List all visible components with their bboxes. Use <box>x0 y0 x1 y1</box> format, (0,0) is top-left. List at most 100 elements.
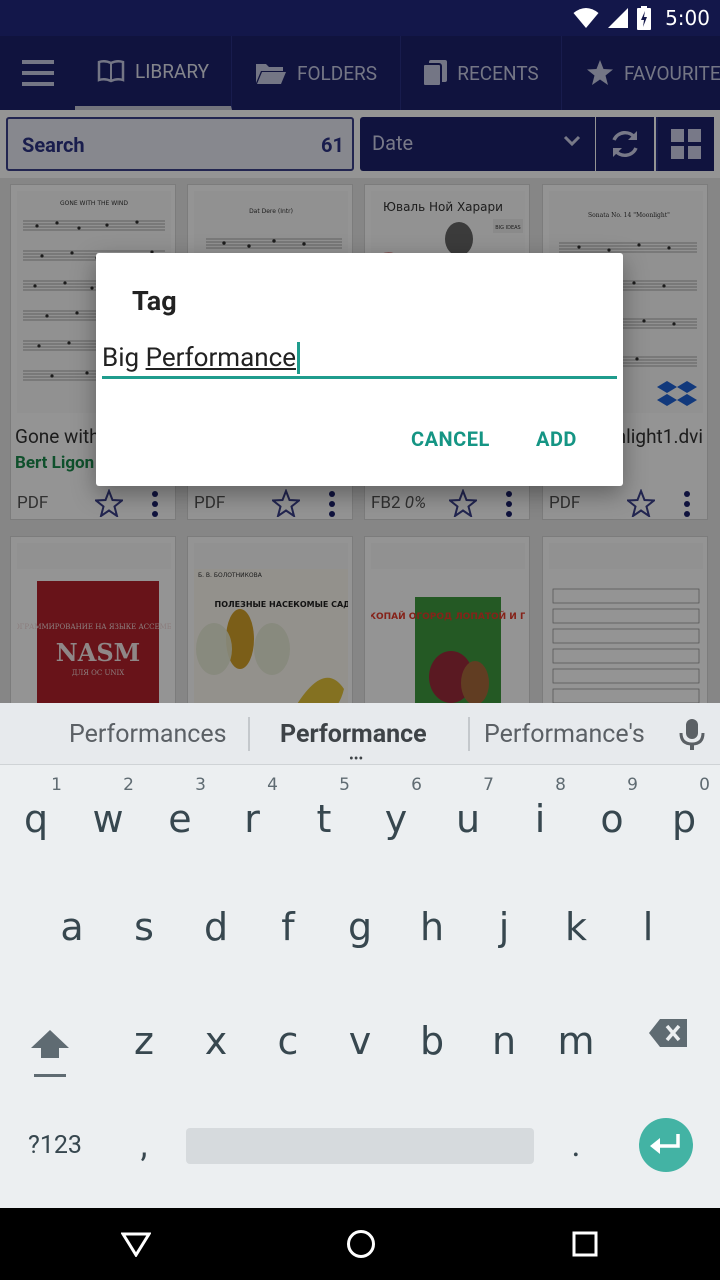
key-n[interactable]: n <box>468 987 540 1087</box>
key-t-label: t <box>316 797 332 841</box>
soft-keyboard: 1q2w3e4r5t6y7u8i9o0p asdfghjkl zxcvbnm ?… <box>0 765 720 1208</box>
key-f-label: f <box>281 905 295 949</box>
key-z-label: z <box>134 1019 154 1063</box>
key-o[interactable]: 9o <box>576 765 648 865</box>
key-k-label: k <box>564 905 587 949</box>
key-i[interactable]: 8i <box>504 765 576 865</box>
key-u-number-hint: 7 <box>483 775 494 795</box>
home-button[interactable] <box>316 1208 406 1280</box>
key-v-label: v <box>348 1019 372 1063</box>
cell-signal-icon <box>608 8 629 28</box>
suggestion-1[interactable]: Performances <box>69 703 227 765</box>
tag-dialog: Tag Big Performance CANCEL ADD <box>96 253 623 486</box>
key-j[interactable]: j <box>468 877 540 977</box>
key-p-number-hint: 0 <box>699 775 710 795</box>
key-m[interactable]: m <box>540 987 612 1087</box>
key-i-number-hint: 8 <box>555 775 566 795</box>
key-e[interactable]: 3e <box>144 765 216 865</box>
tag-input[interactable]: Big Performance <box>102 339 617 379</box>
key-z[interactable]: z <box>108 987 180 1087</box>
key-y-label: y <box>384 797 408 841</box>
key-w-label: w <box>92 797 124 841</box>
key-x[interactable]: x <box>180 987 252 1087</box>
backspace-key[interactable] <box>630 1005 706 1061</box>
battery-icon <box>637 6 652 30</box>
key-r[interactable]: 4r <box>216 765 288 865</box>
key-v[interactable]: v <box>324 987 396 1087</box>
tag-input-prefix: Big <box>102 342 146 373</box>
caps-lock-indicator <box>34 1073 66 1077</box>
key-r-label: r <box>244 797 260 841</box>
key-w-number-hint: 2 <box>123 775 134 795</box>
key-o-label: o <box>600 797 624 841</box>
comma-key[interactable]: , <box>108 1097 180 1193</box>
dialog-title: Tag <box>132 285 177 317</box>
home-circle-icon <box>347 1230 375 1258</box>
back-triangle-icon <box>121 1232 151 1257</box>
enter-arrow-icon <box>650 1134 680 1154</box>
suggestion-3[interactable]: Performance's <box>484 703 645 765</box>
key-p[interactable]: 0p <box>648 765 720 865</box>
key-h[interactable]: h <box>396 877 468 977</box>
key-b-label: b <box>419 1019 445 1063</box>
status-bar: 5:00 <box>0 0 720 36</box>
key-l-label: l <box>642 905 654 949</box>
system-navigation-bar <box>0 1208 720 1280</box>
key-m-label: m <box>557 1019 595 1063</box>
key-d-label: d <box>203 905 229 949</box>
tag-input-composing: Performance <box>145 342 296 373</box>
key-n-label: n <box>491 1019 517 1063</box>
key-d[interactable]: d <box>180 877 252 977</box>
clock: 5:00 <box>665 6 710 30</box>
key-k[interactable]: k <box>540 877 612 977</box>
text-caret <box>296 341 300 374</box>
key-a-label: a <box>60 905 84 949</box>
key-t-number-hint: 5 <box>339 775 350 795</box>
key-q-number-hint: 1 <box>51 775 62 795</box>
key-i-label: i <box>534 797 546 841</box>
key-y[interactable]: 6y <box>360 765 432 865</box>
suggestion-divider <box>248 717 250 751</box>
key-h-label: h <box>419 905 445 949</box>
key-q-label: q <box>23 797 49 841</box>
key-s[interactable]: s <box>108 877 180 977</box>
key-s-label: s <box>134 905 154 949</box>
key-c[interactable]: c <box>252 987 324 1087</box>
microphone-icon[interactable] <box>676 717 708 751</box>
key-u-label: u <box>455 797 481 841</box>
period-key[interactable]: . <box>540 1097 612 1193</box>
key-j-label: j <box>498 905 510 949</box>
key-e-label: e <box>168 797 192 841</box>
key-g[interactable]: g <box>324 877 396 977</box>
key-q[interactable]: 1q <box>0 765 72 865</box>
key-y-number-hint: 6 <box>411 775 422 795</box>
space-bar[interactable] <box>186 1128 534 1164</box>
key-o-number-hint: 9 <box>627 775 638 795</box>
back-button[interactable] <box>91 1208 181 1280</box>
overview-square-icon <box>572 1231 598 1257</box>
key-g-label: g <box>347 905 373 949</box>
keyboard-suggestion-strip: Performances Performance ••• Performance… <box>0 703 720 767</box>
wifi-icon <box>573 8 599 28</box>
key-c-label: c <box>277 1019 299 1063</box>
cancel-button[interactable]: CANCEL <box>411 427 490 451</box>
key-f[interactable]: f <box>252 877 324 977</box>
key-x-label: x <box>204 1019 228 1063</box>
key-p-label: p <box>671 797 697 841</box>
suggestion-divider <box>468 717 470 751</box>
backspace-icon <box>649 1019 687 1047</box>
key-a[interactable]: a <box>36 877 108 977</box>
key-b[interactable]: b <box>396 987 468 1087</box>
key-u[interactable]: 7u <box>432 765 504 865</box>
shift-arrow-icon <box>31 1029 69 1058</box>
more-suggestions-dots: ••• <box>349 751 364 767</box>
key-l[interactable]: l <box>612 877 684 977</box>
enter-key[interactable] <box>639 1118 693 1172</box>
shift-key[interactable] <box>12 1005 88 1101</box>
key-w[interactable]: 2w <box>72 765 144 865</box>
symbols-key[interactable]: ?123 <box>0 1097 110 1193</box>
add-button[interactable]: ADD <box>536 427 577 451</box>
key-e-number-hint: 3 <box>195 775 206 795</box>
key-t[interactable]: 5t <box>288 765 360 865</box>
recents-button[interactable] <box>540 1208 630 1280</box>
